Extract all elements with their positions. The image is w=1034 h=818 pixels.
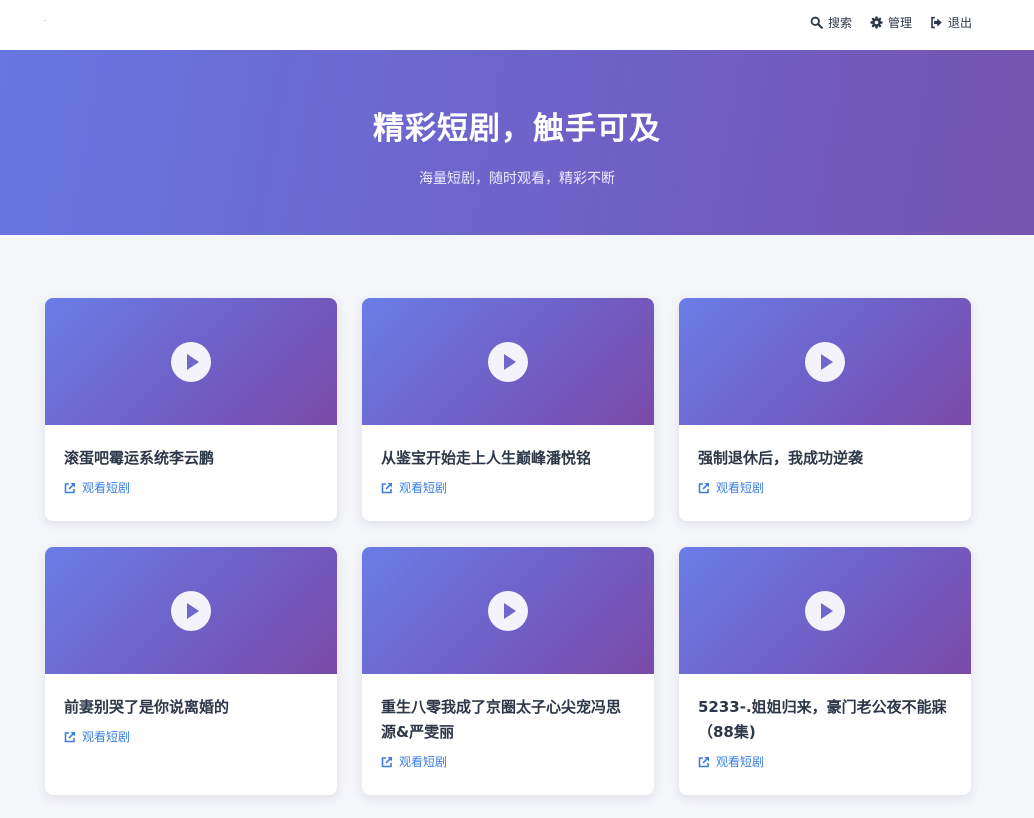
drama-card[interactable]: 强制退休后，我成功逆袭 观看短剧	[679, 298, 971, 521]
top-navbar: 搜索 管理 退出	[0, 0, 1034, 50]
card-thumbnail[interactable]	[362, 298, 654, 425]
watch-link[interactable]: 观看短剧	[381, 479, 447, 496]
logout-icon	[930, 16, 943, 29]
card-title: 强制退休后，我成功逆袭	[698, 449, 864, 467]
card-title: 滚蛋吧霉运系统李云鹏	[64, 449, 215, 467]
watch-link[interactable]: 观看短剧	[64, 479, 130, 496]
external-link-icon	[698, 482, 710, 494]
watch-link[interactable]: 观看短剧	[698, 753, 764, 770]
card-thumbnail[interactable]	[45, 547, 337, 674]
watch-label: 观看短剧	[82, 481, 131, 495]
drama-card[interactable]: 重生八零我成了京圈太子心尖宠冯思源&严雯丽 观看短剧	[362, 547, 654, 795]
drama-card[interactable]: 5233-.姐姐归来，豪门老公夜不能寐（88集) 观看短剧	[679, 547, 971, 795]
play-icon[interactable]	[171, 341, 211, 382]
logo	[44, 20, 46, 21]
logout-label: 退出	[947, 16, 972, 30]
search-label: 搜索	[827, 16, 852, 30]
play-icon[interactable]	[488, 341, 528, 382]
logout-link[interactable]: 退出	[930, 14, 972, 31]
card-title: 从鉴宝开始走上人生巅峰潘悦铭	[381, 449, 592, 467]
card-thumbnail[interactable]	[679, 547, 971, 674]
watch-label: 观看短剧	[399, 481, 448, 495]
hero-title: 精彩短剧，触手可及	[373, 111, 661, 147]
card-thumbnail[interactable]	[362, 547, 654, 674]
drama-card[interactable]: 从鉴宝开始走上人生巅峰潘悦铭 观看短剧	[362, 298, 654, 521]
watch-label: 观看短剧	[716, 755, 765, 769]
watch-label: 观看短剧	[399, 755, 448, 769]
external-link-icon	[64, 731, 76, 743]
external-link-icon	[64, 482, 76, 494]
manage-label: 管理	[887, 16, 912, 30]
external-link-icon	[698, 756, 710, 768]
external-link-icon	[381, 756, 393, 768]
manage-link[interactable]: 管理	[870, 14, 912, 31]
drama-card[interactable]: 滚蛋吧霉运系统李云鹏 观看短剧	[45, 298, 337, 521]
watch-link[interactable]: 观看短剧	[64, 728, 130, 745]
play-icon[interactable]	[171, 590, 211, 631]
card-title: 前妻别哭了是你说离婚的	[64, 698, 230, 716]
card-thumbnail[interactable]	[45, 298, 337, 425]
search-link[interactable]: 搜索	[810, 14, 852, 31]
hero-subtitle: 海量短剧，随时观看，精彩不断	[419, 171, 615, 187]
drama-card[interactable]: 前妻别哭了是你说离婚的 观看短剧	[45, 547, 337, 795]
card-thumbnail[interactable]	[679, 298, 971, 425]
gear-icon	[870, 16, 883, 29]
watch-link[interactable]: 观看短剧	[698, 479, 764, 496]
play-icon[interactable]	[805, 341, 845, 382]
nav-links: 搜索 管理 退出	[810, 14, 972, 31]
card-title: 重生八零我成了京圈太子心尖宠冯思源&严雯丽	[381, 698, 622, 741]
play-icon[interactable]	[805, 590, 845, 631]
play-icon[interactable]	[488, 590, 528, 631]
watch-label: 观看短剧	[716, 481, 765, 495]
watch-label: 观看短剧	[82, 730, 131, 744]
external-link-icon	[381, 482, 393, 494]
hero-banner: 精彩短剧，触手可及 海量短剧，随时观看，精彩不断	[0, 50, 1034, 235]
search-icon	[810, 16, 823, 29]
watch-link[interactable]: 观看短剧	[381, 753, 447, 770]
card-title: 5233-.姐姐归来，豪门老公夜不能寐（88集)	[698, 698, 947, 741]
